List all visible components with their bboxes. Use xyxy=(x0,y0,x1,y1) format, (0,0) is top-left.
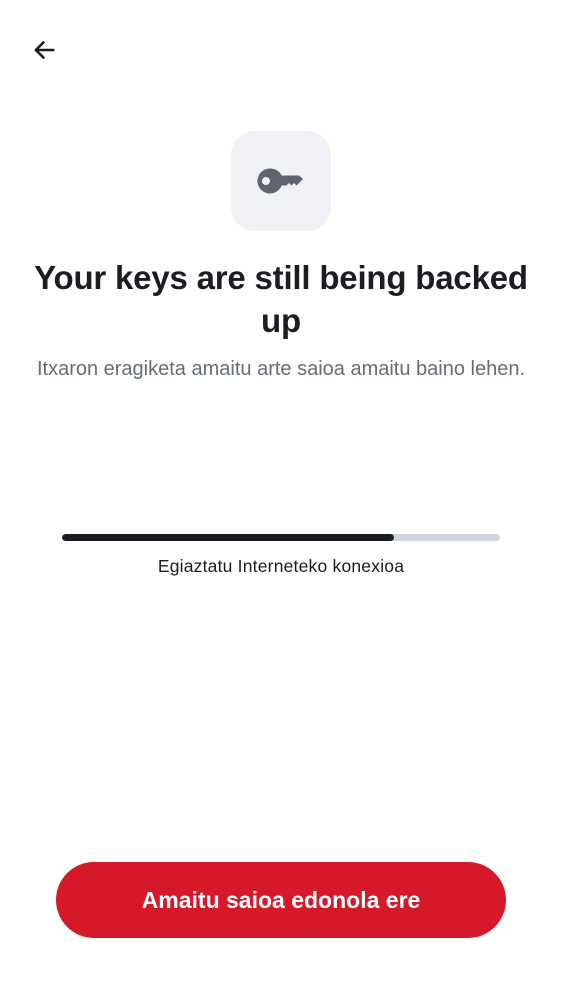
logout-backup-screen: Your keys are still being backed up Itxa… xyxy=(0,0,562,1000)
progress-status-text: Egiaztatu Interneteko konexioa xyxy=(157,556,405,576)
arrow-left-icon xyxy=(34,41,55,59)
page-title: Your keys are still being backed up xyxy=(34,259,528,339)
signout-anyway-button[interactable]: Amaitu saioa edonola ere xyxy=(56,862,506,938)
backup-progress-fill xyxy=(62,534,394,541)
backup-progress-bar xyxy=(62,534,500,541)
back-button[interactable] xyxy=(22,28,66,72)
key-icon xyxy=(257,168,303,194)
key-icon-tile xyxy=(231,131,331,231)
page-subtitle: Itxaron eragiketa amaitu arte saioa amai… xyxy=(36,358,526,380)
